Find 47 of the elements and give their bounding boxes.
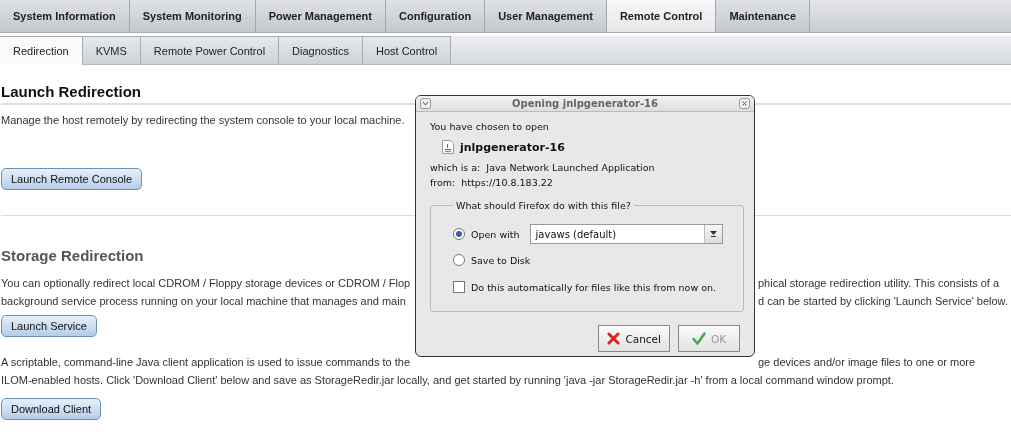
main-tab[interactable]: Maintenance bbox=[716, 0, 811, 32]
description-text: A scriptable, command-line Java client application is used to issue commands to the bbox=[1, 355, 411, 370]
check-icon bbox=[691, 332, 706, 345]
description-text: d can be started by clicking 'Launch Service' below. bbox=[758, 294, 1008, 309]
intro-text: You have chosen to open bbox=[430, 121, 550, 132]
close-icon bbox=[607, 332, 621, 345]
sub-tab[interactable]: Diagnostics bbox=[279, 36, 363, 64]
sub-tab[interactable]: Redirection bbox=[0, 36, 83, 65]
radio-button[interactable] bbox=[453, 254, 465, 266]
main-tab[interactable]: System Information bbox=[0, 0, 130, 32]
description-text: background service process running on your local machine that manages and main bbox=[1, 294, 406, 309]
description-text: ge devices and/or image files to one or more bbox=[758, 355, 976, 370]
file-icon bbox=[442, 140, 454, 154]
field-label: which is a: bbox=[430, 162, 481, 173]
main-tab[interactable]: Configuration bbox=[386, 0, 486, 32]
description-text: You can optionally redirect local CDROM / Floppy storage devices or CDROM / Flop bbox=[1, 276, 411, 291]
description-text: Manage the host remotely by redirecting the system console to your local machine. bbox=[1, 113, 405, 128]
main-tab[interactable]: Remote Control bbox=[606, 0, 717, 32]
main-tab[interactable]: User Management bbox=[485, 0, 607, 32]
radio-button[interactable] bbox=[453, 228, 465, 240]
checkbox[interactable] bbox=[453, 281, 465, 293]
dropdown-arrow-icon bbox=[709, 231, 717, 237]
file-name: jnlpgenerator-16 bbox=[460, 140, 565, 154]
field-value: Java Network Launched Application bbox=[486, 162, 655, 173]
radio-label[interactable]: Save to Disk bbox=[471, 254, 531, 266]
checkbox-label[interactable]: Do this automatically for files like this from now on. bbox=[471, 281, 717, 293]
cancel-button[interactable]: Cancel bbox=[598, 325, 670, 352]
sub-tab[interactable]: Remote Power Control bbox=[140, 36, 280, 64]
application-dropdown[interactable]: javaws (default) bbox=[529, 224, 723, 244]
field-value: https://10.8.183.22 bbox=[461, 177, 553, 188]
close-icon[interactable] bbox=[739, 98, 750, 109]
menu-icon[interactable] bbox=[420, 98, 431, 109]
radio-label[interactable]: Open with bbox=[471, 228, 520, 240]
group-label: What should Firefox do with this file? bbox=[455, 200, 632, 211]
sub-tab[interactable]: Host Control bbox=[362, 36, 452, 64]
description-text: ILOM-enabled hosts. Click 'Download Client' below and save as StorageRedir.jar locally, and get started by running 'java -jar StorageRedir.jar -h' from a local command window prompt. bbox=[1, 373, 894, 388]
main-tab[interactable]: System Monitoring bbox=[129, 0, 256, 32]
dialog-title: Opening jnlpgenerator-16 bbox=[510, 98, 660, 109]
description-text: phical storage redirection utility. This consists of a bbox=[758, 276, 1000, 291]
main-tab[interactable]: Power Management bbox=[255, 0, 386, 32]
section-heading: Storage Redirection bbox=[1, 247, 144, 264]
sub-tab[interactable]: KVMS bbox=[82, 36, 141, 64]
launch-service-button[interactable]: Launch Service bbox=[1, 315, 97, 337]
section-heading: Launch Redirection bbox=[1, 83, 142, 100]
field-label: from: bbox=[430, 177, 456, 188]
download-client-button[interactable]: Download Client bbox=[1, 398, 102, 420]
launch-remote-console-button[interactable]: Launch Remote Console bbox=[1, 168, 143, 190]
